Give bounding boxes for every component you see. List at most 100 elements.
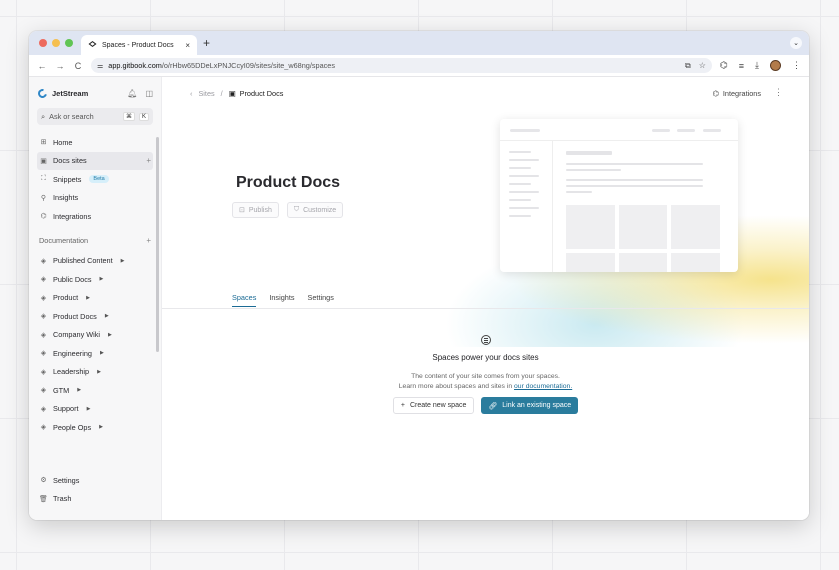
space-list: ◈ Published Content ▶ ◈ Public Docs ▶ ◈ Produ… — [37, 252, 153, 437]
link-icon: 🔗︎ — [488, 402, 498, 410]
sidebar-scrollbar[interactable] — [156, 137, 159, 352]
space-layers-icon: ◈ — [40, 368, 47, 376]
expand-caret-icon[interactable]: ▶ — [100, 276, 104, 282]
close-window-button[interactable] — [39, 39, 47, 47]
expand-caret-icon[interactable]: ▶ — [97, 369, 101, 375]
space-item[interactable]: ◈ Product Docs ▶ — [37, 307, 153, 326]
expand-caret-icon[interactable]: ▶ — [100, 350, 104, 356]
tab-close-icon[interactable]: × — [185, 41, 190, 50]
space-layers-icon: ◈ — [40, 294, 47, 302]
trash-icon: 🗑︎ — [39, 495, 48, 503]
space-layers-icon: ◈ — [40, 313, 47, 321]
spaces-stack-icon — [480, 335, 491, 345]
more-options-icon[interactable]: ⋮ — [774, 87, 783, 98]
tab-search-chevron-icon[interactable]: ⌄ — [790, 37, 802, 49]
space-layers-icon: ◈ — [40, 350, 47, 358]
profile-avatar[interactable] — [770, 60, 781, 71]
sidebar-item-docs-sites[interactable]: ▣ Docs sites + — [37, 151, 153, 170]
minimize-window-button[interactable] — [52, 39, 60, 47]
gitbook-favicon-icon — [88, 40, 97, 50]
tab-spaces[interactable]: Spaces — [232, 293, 257, 307]
expand-caret-icon[interactable]: ▶ — [87, 406, 91, 412]
expand-caret-icon[interactable]: ▶ — [121, 258, 125, 264]
downloads-icon[interactable]: ⤓ — [755, 60, 759, 71]
notifications-bell-icon[interactable]: 🔔︎ — [127, 89, 137, 98]
expand-caret-icon[interactable]: ▶ — [108, 332, 112, 338]
breadcrumb-separator: / — [220, 89, 223, 98]
beta-badge: Beta — [89, 175, 109, 184]
create-space-label: Create new space — [409, 402, 467, 409]
window-controls — [39, 39, 73, 47]
chevron-left-icon[interactable]: ‹ — [190, 89, 192, 98]
sidebar-item-insights[interactable]: ⚲ Insights — [37, 189, 153, 208]
extensions-icon[interactable]: ⌬ — [720, 60, 728, 71]
space-item[interactable]: ◈ Published Content ▶ — [37, 252, 153, 271]
org-name: JetStream — [52, 88, 89, 98]
primary-nav: ⊞ Home ▣ Docs sites + ⛶ Snippets Beta ⚲ … — [37, 133, 153, 226]
docs-sites-icon: ▣ — [40, 157, 47, 165]
space-item[interactable]: ◈ Public Docs ▶ — [37, 270, 153, 289]
org-switcher[interactable]: JetStream 🔔︎ ◫ — [36, 85, 153, 101]
documentation-link[interactable]: our documentation. — [514, 383, 572, 390]
space-item[interactable]: ◈ GTM ▶ — [37, 381, 153, 400]
integrations-button[interactable]: ⌬ Integrations — [712, 89, 761, 98]
create-new-space-button[interactable]: + Create new space — [392, 397, 475, 414]
space-layers-icon: ◈ — [40, 257, 47, 265]
reading-list-icon[interactable]: ≡ — [739, 61, 744, 71]
space-label: Support — [53, 404, 79, 414]
space-layers-icon: ◈ — [40, 424, 47, 432]
browser-menu-icon[interactable]: ⋮ — [792, 60, 801, 71]
breadcrumb-current: Product Docs — [239, 89, 284, 98]
bookmark-star-icon[interactable]: ☆ — [699, 61, 706, 71]
customize-button[interactable]: ⛉ Customize — [286, 202, 344, 218]
space-item[interactable]: ◈ Support ▶ — [37, 400, 153, 419]
space-layers-icon: ◈ — [40, 276, 47, 284]
sidebar-footer: ⚙ Settings 🗑︎ Trash — [37, 471, 153, 508]
collapse-sidebar-icon[interactable]: ◫ — [145, 89, 153, 98]
add-space-button[interactable]: + — [146, 236, 151, 245]
sidebar-item-integrations[interactable]: ⌬ Integrations — [37, 207, 153, 226]
breadcrumb-sites[interactable]: Sites — [198, 89, 214, 98]
back-button[interactable]: ← — [37, 61, 47, 71]
empty-state-title: Spaces power your docs sites — [432, 353, 539, 362]
space-label: Published Content — [53, 256, 113, 266]
space-item[interactable]: ◈ People Ops ▶ — [37, 418, 153, 437]
publish-label: Publish — [248, 206, 272, 214]
new-tab-button[interactable]: + — [203, 36, 210, 50]
publish-button[interactable]: ⊡ Publish — [232, 202, 279, 218]
search-input[interactable]: ⌕ Ask or search ⌘ K — [37, 108, 153, 125]
sidebar-item-settings[interactable]: ⚙ Settings — [37, 471, 153, 490]
reload-button[interactable]: C — [73, 61, 83, 71]
tab-insights[interactable]: Insights — [269, 293, 294, 307]
expand-caret-icon[interactable]: ▶ — [105, 313, 109, 319]
sidebar-item-snippets[interactable]: ⛶ Snippets Beta — [37, 170, 153, 189]
sidebar-item-home[interactable]: ⊞ Home — [37, 133, 153, 152]
expand-caret-icon[interactable]: ▶ — [77, 387, 81, 393]
space-item[interactable]: ◈ Leadership ▶ — [37, 363, 153, 382]
sidebar-item-label: Insights — [53, 193, 79, 203]
add-site-button[interactable]: + — [146, 156, 151, 165]
site-preview-thumbnail — [500, 119, 738, 272]
shortcut-k-key: K — [138, 112, 149, 121]
empty-state-description: The content of your site comes from your… — [162, 372, 809, 391]
expand-caret-icon[interactable]: ▶ — [99, 424, 103, 430]
maximize-window-button[interactable] — [65, 39, 73, 47]
install-app-icon[interactable]: ⧉ — [685, 61, 691, 71]
expand-caret-icon[interactable]: ▶ — [86, 295, 90, 301]
tab-settings[interactable]: Settings — [308, 293, 334, 307]
address-bar[interactable]: ⚌ app.gitbook.com/o/rHbw65DDeLxPNJCcyI09… — [91, 58, 712, 73]
browser-tab[interactable]: Spaces - Product Docs × — [81, 35, 197, 55]
space-item[interactable]: ◈ Company Wiki ▶ — [37, 326, 153, 345]
forward-button[interactable]: → — [55, 61, 65, 71]
site-settings-icon[interactable]: ⚌ — [97, 62, 103, 70]
sidebar-item-trash[interactable]: 🗑︎ Trash — [37, 490, 153, 509]
link-existing-space-button[interactable]: 🔗︎ Link an existing space — [481, 397, 579, 414]
search-sparkle-icon: ⌕ — [41, 111, 46, 121]
org-logo-icon — [36, 86, 49, 100]
space-item[interactable]: ◈ Product ▶ — [37, 289, 153, 308]
gear-icon: ⚙ — [40, 477, 47, 485]
paint-brush-icon: ⛉ — [293, 206, 300, 213]
space-item[interactable]: ◈ Engineering ▶ — [37, 344, 153, 363]
integrations-icon: ⌬ — [40, 213, 47, 221]
integrations-label: Integrations — [722, 89, 761, 98]
